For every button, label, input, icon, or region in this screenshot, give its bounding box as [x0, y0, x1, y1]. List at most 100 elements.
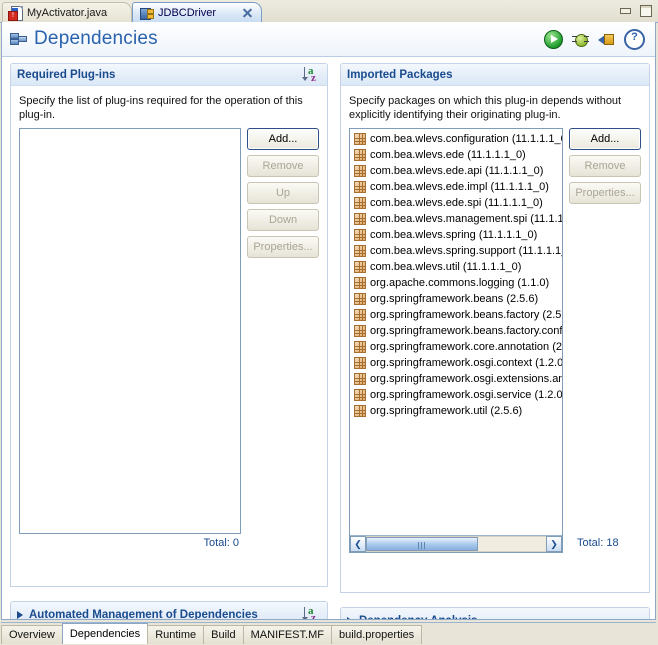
section-toolbar: az [302, 65, 321, 84]
scroll-right-button[interactable]: ❯ [546, 536, 562, 552]
package-icon [354, 341, 366, 353]
list-item-label: com.bea.wlevs.spring.support (11.1.1.1_0… [370, 245, 562, 257]
scrollbar-track[interactable] [366, 536, 546, 552]
scroll-left-button[interactable]: ❮ [350, 536, 366, 552]
left-column: Required Plug-ins az Specify the list of… [10, 63, 328, 620]
plugin-manifest-icon [139, 6, 154, 20]
list-item[interactable]: com.bea.wlevs.ede.spi (11.1.1.1_0) [350, 195, 562, 211]
list-item[interactable]: org.springframework.core.annotation (2.5… [350, 339, 562, 355]
required-plugins-list[interactable] [19, 128, 241, 534]
sort-az-icon[interactable]: az [302, 65, 321, 84]
run-button[interactable] [544, 29, 563, 49]
list-item-label: org.springframework.beans.factory.config… [370, 325, 562, 337]
list-item-label: com.bea.wlevs.management.spi (11.1.1.1_0… [370, 213, 562, 225]
list-item[interactable]: org.springframework.osgi.context (1.2.0) [350, 355, 562, 371]
package-icon [354, 261, 366, 273]
required-plugins-description: Specify the list of plug-ins required fo… [19, 95, 303, 121]
list-item[interactable]: org.springframework.beans (2.5.6) [350, 291, 562, 307]
page-tab-overview[interactable]: Overview [1, 625, 63, 644]
list-item-label: org.springframework.beans (2.5.6) [370, 293, 539, 305]
debug-button[interactable] [572, 31, 589, 48]
imported-packages-list[interactable]: com.bea.wlevs.configuration (11.1.1.1_0)… [349, 128, 563, 553]
imported-packages-section: Imported Packages Specify packages on wh… [340, 63, 650, 593]
editor-tab-jdbcdriver[interactable]: JDBCDriver [132, 2, 262, 22]
horizontal-scrollbar[interactable]: ❮ ❯ [350, 535, 562, 552]
properties-button[interactable]: Properties... [247, 236, 319, 258]
list-item[interactable]: org.springframework.beans.factory (2.5.6… [350, 307, 562, 323]
form-page: Dependencies ? Required Plug-ins a z Spe… [1, 22, 656, 620]
section-title-label: Required Plug-ins [17, 68, 116, 81]
section-title-label: Automated Management of Dependencies [29, 608, 258, 620]
list-item[interactable]: org.springframework.osgi.service (1.2.0) [350, 387, 562, 403]
remove-button[interactable]: Remove [247, 155, 319, 177]
close-icon[interactable] [242, 7, 253, 18]
list-item[interactable]: org.springframework.osgi.extensions.anno… [350, 371, 562, 387]
form-header-actions: ? [544, 28, 655, 50]
automated-management-section[interactable]: Automated Management of Dependencies az [10, 601, 328, 620]
sort-az-icon[interactable]: az [302, 605, 321, 619]
page-tab-build-properties[interactable]: build.properties [330, 625, 423, 644]
imported-packages-description: Specify packages on which this plug-in d… [349, 95, 622, 121]
imported-packages-header: Imported Packages [341, 64, 649, 86]
package-icon [354, 245, 366, 257]
list-item[interactable]: org.apache.commons.logging (1.1.0) [350, 275, 562, 291]
dependency-analysis-section[interactable]: Dependency Analysis [340, 607, 650, 619]
list-item[interactable]: com.bea.wlevs.configuration (11.1.1.1_0) [350, 131, 562, 147]
scrollbar-thumb[interactable] [366, 537, 478, 551]
page-tab-manifest-mf[interactable]: MANIFEST.MF [242, 625, 332, 644]
remove-button[interactable]: Remove [569, 155, 641, 177]
export-button[interactable] [598, 31, 615, 48]
package-icon [354, 133, 366, 145]
list-item[interactable]: com.bea.wlevs.ede.impl (11.1.1.1_0) [350, 179, 562, 195]
package-icon [354, 213, 366, 225]
list-item[interactable]: com.bea.wlevs.spring.support (11.1.1.1_0… [350, 243, 562, 259]
page-tab-dependencies[interactable]: Dependencies [61, 623, 149, 644]
editor-tab-label: JDBCDriver [158, 6, 217, 19]
list-item[interactable]: org.springframework.beans.factory.config… [350, 323, 562, 339]
package-icon [354, 405, 366, 417]
automated-management-header[interactable]: Automated Management of Dependencies az [11, 602, 327, 620]
package-icon [354, 181, 366, 193]
minimize-button[interactable] [618, 4, 631, 17]
package-icon [354, 229, 366, 241]
list-item-label: com.bea.wlevs.ede.impl (11.1.1.1_0) [370, 181, 549, 193]
required-plugins-section: Required Plug-ins az Specify the list of… [10, 63, 328, 587]
package-icon [354, 389, 366, 401]
required-plugins-items [20, 129, 240, 131]
java-file-error-icon: ! [8, 5, 23, 21]
list-item[interactable]: org.springframework.util (2.5.6) [350, 403, 562, 419]
help-button[interactable]: ? [624, 28, 645, 50]
dependency-analysis-header[interactable]: Dependency Analysis [341, 608, 649, 619]
add-button[interactable]: Add... [569, 128, 641, 150]
imported-packages-buttons: Add... Remove Properties... [569, 128, 641, 553]
editor-tab-myactivator[interactable]: ! MyActivator.java [2, 2, 132, 22]
list-item-label: org.apache.commons.logging (1.1.0) [370, 277, 550, 289]
list-item[interactable]: com.bea.wlevs.management.spi (11.1.1.1_0… [350, 211, 562, 227]
list-item[interactable]: com.bea.wlevs.spring (11.1.1.1_0) [350, 227, 562, 243]
list-item[interactable]: com.bea.wlevs.ede (11.1.1.1_0) [350, 147, 562, 163]
package-icon [354, 357, 366, 369]
required-plugins-total: Total: 0 [203, 537, 239, 549]
up-button[interactable]: Up [247, 182, 319, 204]
dependencies-icon [10, 32, 27, 47]
right-column: Imported Packages Specify packages on wh… [340, 63, 650, 619]
editor-tab-label: MyActivator.java [27, 6, 108, 19]
page-tab-build[interactable]: Build [203, 625, 244, 644]
list-item-label: org.springframework.osgi.service (1.2.0) [370, 389, 562, 401]
editor-tab-bar: ! MyActivator.java JDBCDriver [0, 0, 658, 23]
chevron-right-icon [17, 610, 23, 619]
section-toolbar: az [302, 605, 321, 619]
page-tab-runtime[interactable]: Runtime [147, 625, 205, 644]
properties-button[interactable]: Properties... [569, 182, 641, 204]
list-item-label: org.springframework.beans.factory (2.5.6… [370, 309, 562, 321]
list-item-label: com.bea.wlevs.util (11.1.1.1_0) [370, 261, 522, 273]
list-item[interactable]: com.bea.wlevs.util (11.1.1.1_0) [350, 259, 562, 275]
maximize-button[interactable] [639, 4, 652, 17]
package-icon [354, 373, 366, 385]
list-item-label: com.bea.wlevs.ede.api (11.1.1.1_0) [370, 165, 544, 177]
list-item-label: org.springframework.core.annotation (2.5… [370, 341, 562, 353]
down-button[interactable]: Down [247, 209, 319, 231]
list-item[interactable]: com.bea.wlevs.ede.api (11.1.1.1_0) [350, 163, 562, 179]
package-icon [354, 309, 366, 321]
add-button[interactable]: Add... [247, 128, 319, 150]
